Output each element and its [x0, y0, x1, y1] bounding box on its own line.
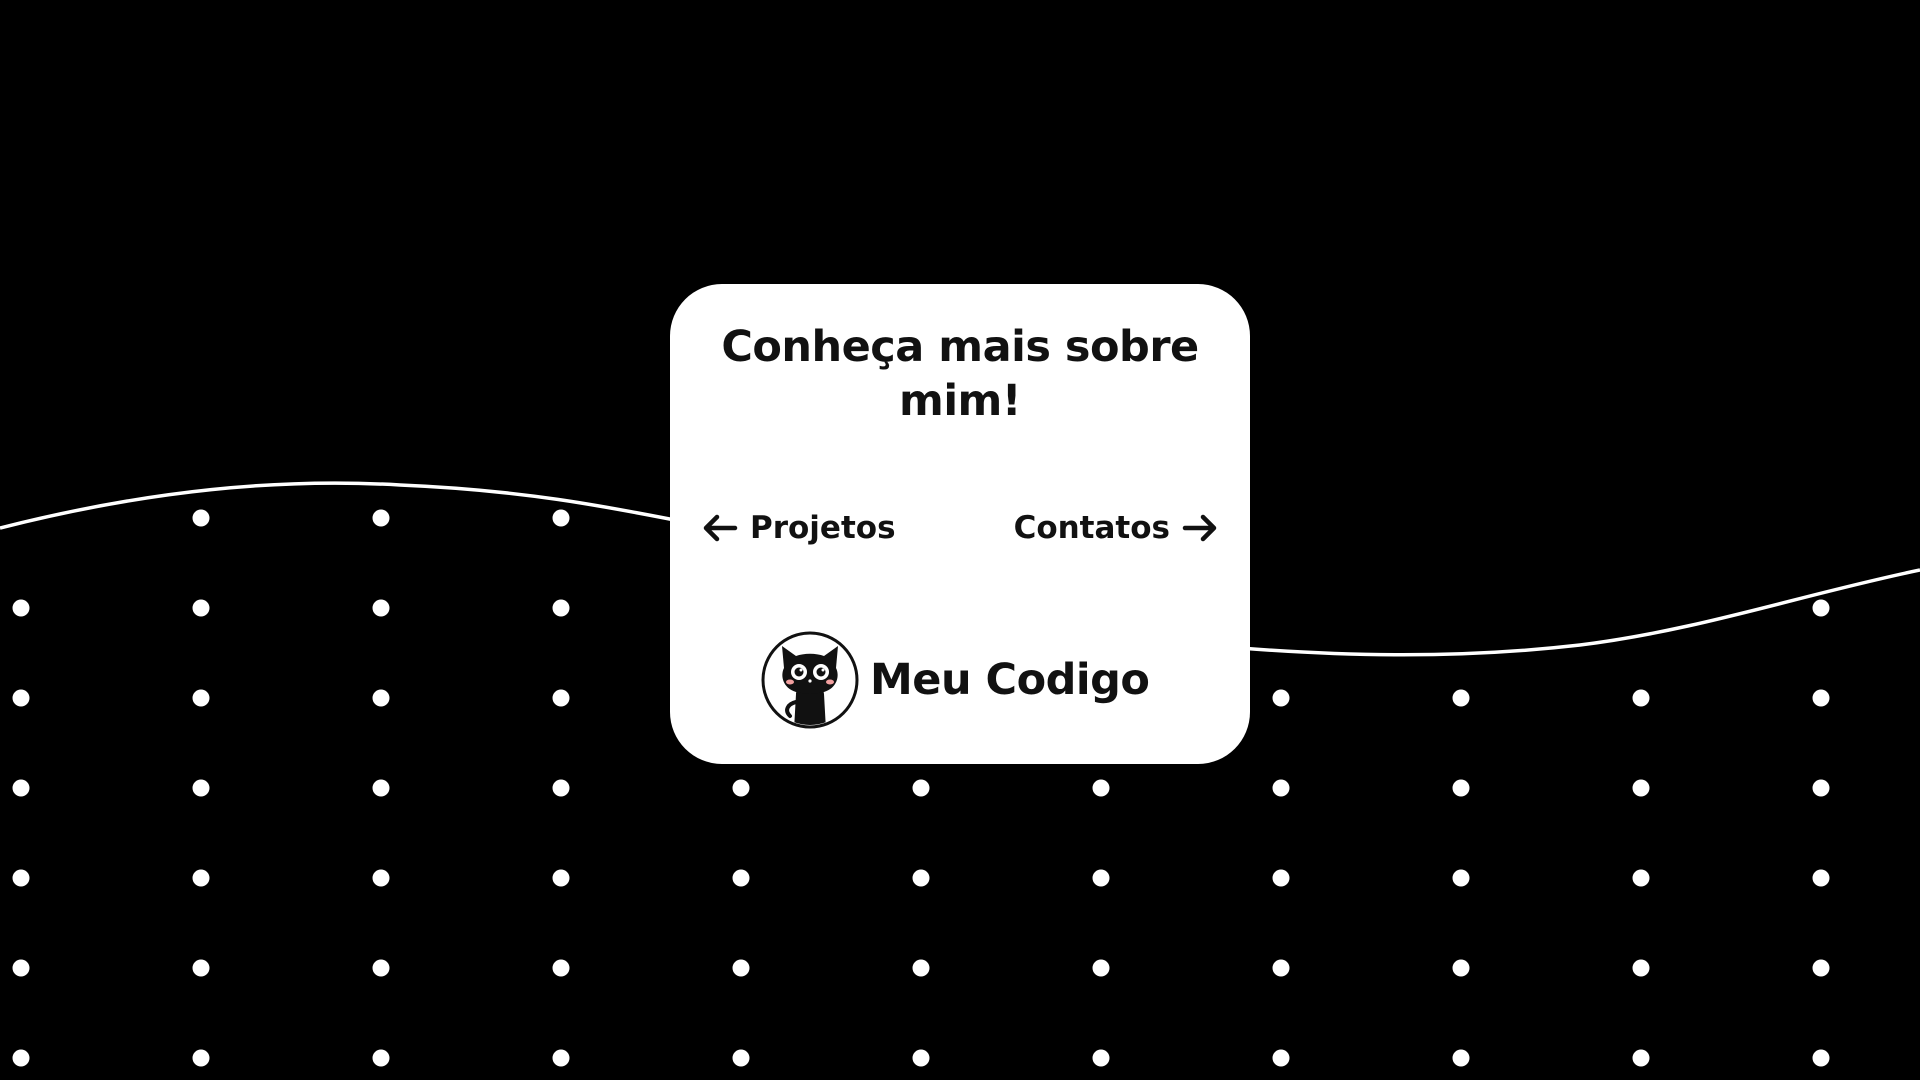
projetos-link[interactable]: Projetos — [702, 506, 896, 550]
decorative-dot — [12, 599, 30, 617]
decorative-dot — [1812, 959, 1830, 977]
decorative-dot — [192, 869, 210, 887]
decorative-dot — [12, 959, 30, 977]
decorative-dot — [732, 869, 750, 887]
decorative-dot — [12, 869, 30, 887]
decorative-dot — [1812, 779, 1830, 797]
decorative-dot — [732, 1049, 750, 1067]
decorative-dot — [1272, 959, 1290, 977]
decorative-dot — [1812, 599, 1830, 617]
decorative-dot — [1452, 689, 1470, 707]
github-octocat-icon — [761, 631, 859, 729]
decorative-dot — [1632, 779, 1650, 797]
decorative-dot — [12, 689, 30, 707]
decorative-dot — [372, 509, 390, 527]
decorative-dot — [732, 779, 750, 797]
decorative-dot — [912, 1049, 930, 1067]
decorative-dot — [372, 959, 390, 977]
decorative-dot — [372, 689, 390, 707]
decorative-dot — [372, 869, 390, 887]
page-title: Conheça mais sobre mim! — [721, 322, 1199, 426]
decorative-dot — [552, 509, 570, 527]
contatos-link[interactable]: Contatos — [1014, 506, 1218, 550]
decorative-dot — [1632, 959, 1650, 977]
decorative-dot — [372, 1049, 390, 1067]
decorative-dot — [1452, 959, 1470, 977]
decorative-dot — [1272, 1049, 1290, 1067]
decorative-dot — [552, 959, 570, 977]
decorative-dot — [192, 959, 210, 977]
decorative-dot — [1092, 1049, 1110, 1067]
decorative-dot — [372, 779, 390, 797]
decorative-dot — [192, 599, 210, 617]
decorative-dot — [1452, 869, 1470, 887]
decorative-dot — [12, 1049, 30, 1067]
decorative-dot — [192, 509, 210, 527]
brand-label: Meu Codigo — [870, 655, 1150, 705]
decorative-dot — [1812, 1049, 1830, 1067]
decorative-dot — [1632, 689, 1650, 707]
decorative-dot — [372, 599, 390, 617]
arrow-right-icon — [1182, 514, 1217, 542]
decorative-dot — [912, 779, 930, 797]
decorative-dot — [912, 869, 930, 887]
decorative-dot — [192, 689, 210, 707]
decorative-dot — [1272, 689, 1290, 707]
page-background: Conheça mais sobre mim! Projetos Contato… — [0, 0, 1920, 1080]
decorative-dot — [1452, 1049, 1470, 1067]
decorative-dot — [1632, 1049, 1650, 1067]
arrow-left-icon — [703, 514, 738, 542]
decorative-dot — [192, 779, 210, 797]
projetos-label: Projetos — [750, 510, 896, 546]
decorative-dot — [552, 1049, 570, 1067]
contatos-label: Contatos — [1013, 510, 1170, 546]
decorative-dot — [12, 779, 30, 797]
decorative-dot — [912, 959, 930, 977]
decorative-dot — [732, 959, 750, 977]
decorative-dot — [1092, 959, 1110, 977]
decorative-dot — [1812, 869, 1830, 887]
decorative-dot — [192, 1049, 210, 1067]
decorative-dot — [552, 869, 570, 887]
decorative-dot — [552, 689, 570, 707]
decorative-dot — [552, 599, 570, 617]
decorative-dot — [1272, 779, 1290, 797]
decorative-dot — [1632, 869, 1650, 887]
decorative-dot — [552, 779, 570, 797]
decorative-dot — [1452, 779, 1470, 797]
brand-logo-link[interactable]: Meu Codigo — [760, 628, 1150, 732]
decorative-dot — [1812, 689, 1830, 707]
about-card: Conheça mais sobre mim! Projetos Contato… — [670, 284, 1250, 764]
decorative-dot — [1092, 869, 1110, 887]
decorative-dot — [1092, 779, 1110, 797]
decorative-dot — [1272, 869, 1290, 887]
